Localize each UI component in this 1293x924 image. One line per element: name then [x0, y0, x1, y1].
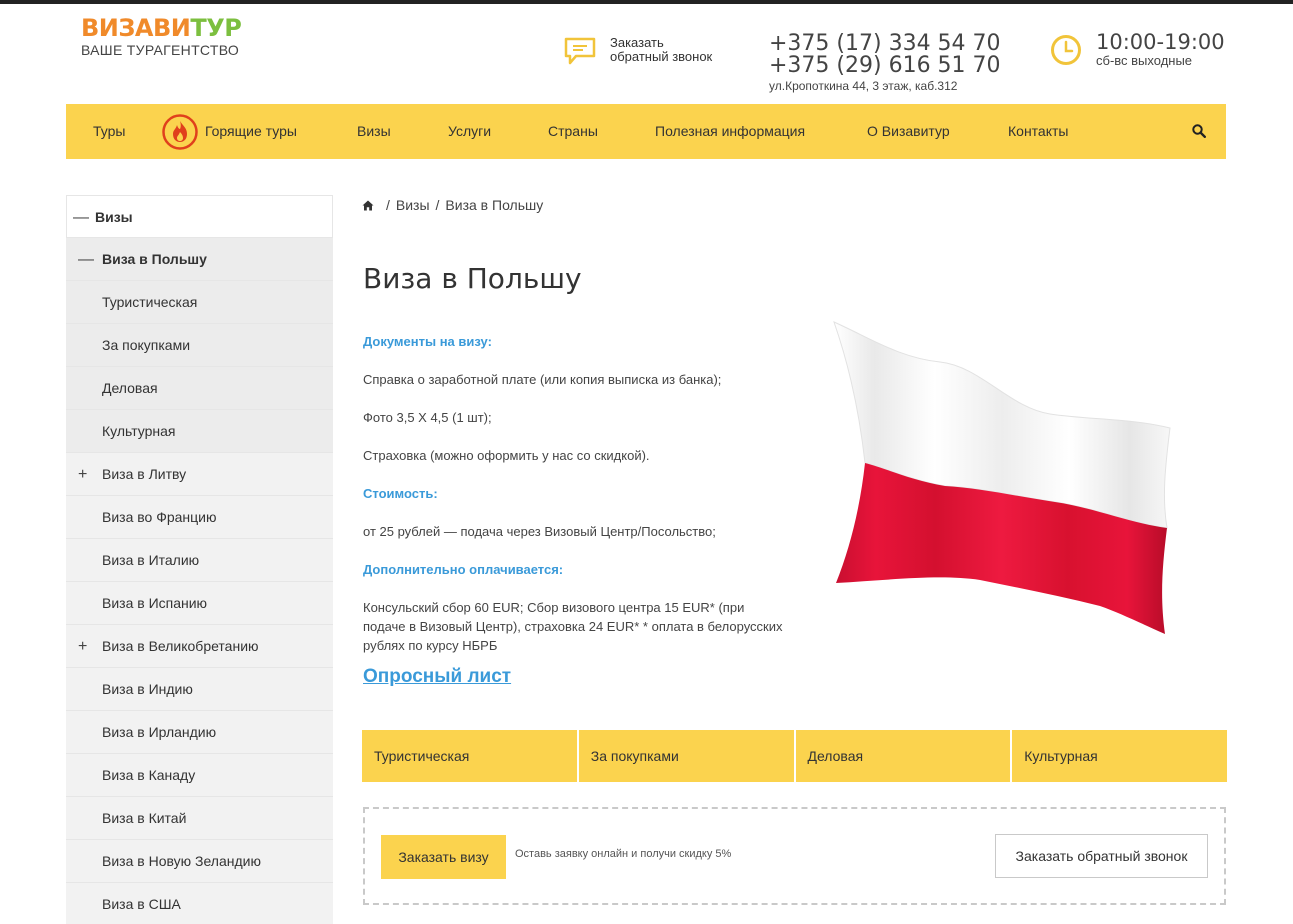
cost-heading: Стоимость:	[363, 486, 438, 501]
cta-box: Заказать визу Оставь заявку онлайн и пол…	[363, 807, 1226, 905]
order-visa-button[interactable]: Заказать визу	[381, 835, 506, 879]
callback-line2: обратный звонок	[610, 49, 713, 64]
page-title: Виза в Польшу	[363, 262, 582, 295]
working-hours: 10:00-19:00 сб-вс выходные	[1050, 31, 1225, 68]
sidebar: — Визы — Виза в Польшу Туристическая За по…	[66, 195, 333, 924]
home-icon[interactable]	[362, 200, 374, 211]
sidebar-item[interactable]: Виза в Италию	[66, 539, 333, 582]
callback-line1: Заказать	[610, 35, 664, 50]
collapse-icon: —	[78, 251, 94, 268]
sidebar-item[interactable]: Виза в Новую Зеландию	[66, 840, 333, 883]
sidebar-item-lithuania[interactable]: + Виза в Литву	[66, 453, 333, 496]
nav-services[interactable]: Услуги	[448, 104, 491, 159]
sidebar-item[interactable]: Виза в США	[66, 883, 333, 924]
sidebar-subitem[interactable]: За покупками	[66, 324, 333, 367]
logo-text: ВИЗАВИТУР	[81, 14, 242, 42]
doc-item: Фото 3,5 Х 4,5 (1 шт);	[363, 410, 492, 425]
sidebar-subitem[interactable]: Туристическая	[66, 281, 333, 324]
tab-shopping[interactable]: За покупками	[578, 730, 794, 782]
sidebar-subitem[interactable]: Культурная	[66, 410, 333, 453]
breadcrumb-visas[interactable]: Визы	[396, 197, 430, 213]
contact-phones: +375 (17) 334 54 70 +375 (29) 616 51 70 …	[769, 33, 1001, 94]
sidebar-item[interactable]: Виза в Китай	[66, 797, 333, 840]
nav-useful-info[interactable]: Полезная информация	[655, 104, 805, 159]
hours-note: сб-вс выходные	[1096, 53, 1193, 68]
fire-icon	[162, 114, 198, 150]
docs-heading: Документы на визу:	[363, 334, 492, 349]
address: ул.Кропоткина 44, 3 этаж, каб.312	[769, 79, 958, 93]
sidebar-item-uk[interactable]: + Виза в Великобретанию	[66, 625, 333, 668]
sidebar-item[interactable]: Виза в Индию	[66, 668, 333, 711]
tab-cultural[interactable]: Культурная	[1012, 730, 1227, 782]
top-bar	[0, 0, 1293, 4]
main-nav: Туры Горящие туры Визы Услуги Страны Пол…	[66, 104, 1226, 159]
chat-icon	[564, 37, 596, 65]
tab-business[interactable]: Деловая	[795, 730, 1011, 782]
nav-about[interactable]: О Визавитур	[867, 104, 950, 159]
nav-countries[interactable]: Страны	[548, 104, 598, 159]
sidebar-item[interactable]: Виза в Ирландию	[66, 711, 333, 754]
clock-icon	[1051, 35, 1081, 65]
search-icon[interactable]	[1192, 124, 1206, 138]
extra-text: Консульский сбор 60 EUR; Сбор визового ц…	[363, 600, 783, 653]
extra-heading: Дополнительно оплачивается:	[363, 562, 564, 577]
sidebar-item[interactable]: Виза в Канаду	[66, 754, 333, 797]
sidebar-item[interactable]: Виза во Францию	[66, 496, 333, 539]
sidebar-subitem[interactable]: Деловая	[66, 367, 333, 410]
poland-flag-image	[833, 321, 1171, 634]
callback-link[interactable]: Заказать обратный звонок	[564, 36, 712, 66]
logo[interactable]: ВИЗАВИТУР ВАШЕ ТУРАГЕНТСТВО	[81, 14, 242, 58]
visa-type-tabs: Туристическая За покупками Деловая Культ…	[362, 730, 1227, 782]
breadcrumb: / Визы / Виза в Польшу	[362, 197, 543, 213]
nav-hot-tours[interactable]: Горящие туры	[205, 104, 297, 159]
expand-icon: +	[78, 466, 88, 483]
sidebar-item-poland[interactable]: — Виза в Польшу	[66, 238, 333, 281]
doc-item: Справка о заработной плате (или копия вы…	[363, 372, 722, 387]
sidebar-item[interactable]: Виза в Испанию	[66, 582, 333, 625]
doc-item: Страховка (можно оформить у нас со скидк…	[363, 448, 650, 463]
survey-link[interactable]: Опросный лист	[363, 666, 511, 688]
discount-note: Оставь заявку онлайн и получи скидку 5%	[515, 848, 732, 860]
nav-contacts[interactable]: Контакты	[1008, 104, 1068, 159]
collapse-icon: —	[73, 209, 89, 226]
expand-icon: +	[78, 638, 88, 655]
visa-info: Документы на визу: Справка о заработной …	[363, 332, 783, 655]
phone-2[interactable]: +375 (29) 616 51 70	[769, 55, 1001, 77]
sidebar-item-visas[interactable]: — Визы	[66, 195, 333, 238]
hours-time: 10:00-19:00	[1096, 30, 1225, 54]
cost-text: от 25 рублей — подача через Визовый Цент…	[363, 524, 716, 539]
nav-visas[interactable]: Визы	[357, 104, 391, 159]
tab-tourist[interactable]: Туристическая	[362, 730, 577, 782]
phone-1[interactable]: +375 (17) 334 54 70	[769, 33, 1001, 55]
logo-subtitle: ВАШЕ ТУРАГЕНТСТВО	[81, 42, 240, 58]
callback-button[interactable]: Заказать обратный звонок	[995, 834, 1208, 878]
nav-tours[interactable]: Туры	[93, 104, 125, 159]
breadcrumb-current: Виза в Польшу	[445, 197, 544, 213]
